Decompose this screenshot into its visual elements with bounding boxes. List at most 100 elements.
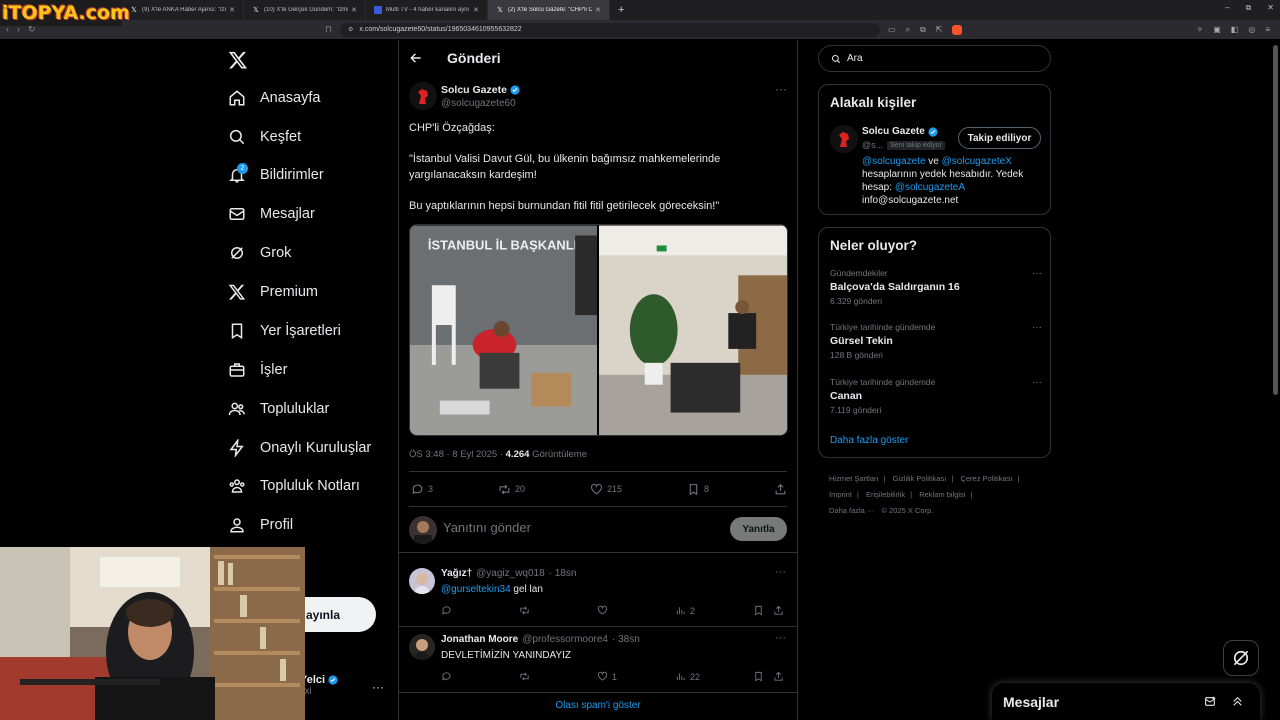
vpn-icon[interactable]: ◎ — [1248, 25, 1255, 34]
trend-more-icon[interactable]: ··· — [1032, 322, 1042, 333]
repost-action[interactable] — [519, 671, 597, 682]
reply-author-handle[interactable]: @yagiz_wq018 — [476, 568, 545, 579]
footer-link[interactable]: Çerez Politikası — [960, 474, 1012, 483]
reply-time[interactable]: · 18sn — [549, 568, 577, 579]
sidebar-item-bookmarks[interactable]: Yer İşaretleri — [228, 316, 341, 346]
like-action[interactable] — [597, 605, 675, 616]
account-switcher[interactable]: Yelci lixi — [300, 674, 338, 697]
post-image-left[interactable]: İSTANBUL İL BAŞKANLIĞI — [410, 225, 597, 436]
account-more-icon[interactable]: ··· — [372, 680, 384, 694]
sidebar-item-verified-orgs[interactable]: Onaylı Kuruluşlar — [228, 433, 371, 463]
footer-link[interactable]: Reklam bilgisi — [919, 490, 965, 499]
relevant-name-row[interactable]: Solcu Gazete — [862, 126, 938, 137]
reply-action[interactable] — [441, 671, 519, 682]
search-input[interactable]: Ara — [818, 45, 1051, 72]
sidebar-item-communities[interactable]: Topluluklar — [228, 394, 329, 424]
share-action[interactable] — [774, 483, 787, 496]
reply-author-name[interactable]: Jonathan Moore — [441, 634, 518, 645]
bookmark-page-icon[interactable]: ⊓ — [325, 24, 332, 35]
reply-avatar[interactable] — [409, 568, 435, 594]
site-info-icon[interactable]: ⚙ — [348, 26, 353, 33]
bio-mention[interactable]: @solcugazete — [862, 156, 926, 167]
messages-drawer[interactable]: Mesajlar — [992, 683, 1260, 720]
sidebar-item-notifications[interactable]: 2 Bildirimler — [228, 160, 324, 190]
reply-action[interactable] — [441, 605, 519, 616]
sidebar-item-explore[interactable]: Keşfet — [228, 122, 301, 152]
extensions-icon[interactable]: ✧ — [1197, 25, 1204, 34]
footer-link[interactable]: Daha fazla ··· — [829, 506, 874, 515]
close-window-icon[interactable]: ✕ — [1267, 3, 1274, 13]
reply-time[interactable]: · 38sn — [612, 634, 640, 645]
reply-item[interactable]: Jonathan Moore @professormoore4 · 38sn ·… — [399, 628, 797, 694]
sidebar-toggle-icon[interactable]: ◧ — [1231, 25, 1239, 34]
relevant-avatar[interactable] — [830, 125, 858, 153]
bio-mention[interactable]: @solcugazeteX — [942, 156, 1012, 167]
reply-more-icon[interactable]: ··· — [775, 566, 786, 578]
grok-button[interactable] — [1223, 640, 1259, 676]
relevant-handle[interactable]: @s... — [862, 140, 883, 150]
browser-tab[interactable]: Multi TV - 4 haber kanalını aynı e ✕ — [366, 0, 488, 20]
repost-action[interactable] — [519, 605, 597, 616]
trend-item[interactable]: Türkiye tarihinde gündemde Gürsel Tekin … — [830, 322, 1042, 360]
like-action[interactable]: 1 — [597, 671, 675, 682]
bio-mention[interactable]: @solcugazeteA — [895, 182, 965, 193]
chevron-up-icon[interactable] — [1231, 695, 1244, 708]
share-action[interactable] — [773, 671, 784, 682]
sidebar-item-grok[interactable]: Grok — [228, 238, 291, 268]
new-tab-button[interactable]: + — [618, 4, 624, 16]
post-image-right[interactable] — [599, 225, 787, 436]
following-button[interactable]: Takip ediliyor — [958, 127, 1041, 149]
mention-link[interactable]: @gurseltekin34 — [441, 584, 511, 595]
footer-link[interactable]: Gizlilik Politikası — [893, 474, 947, 483]
repost-action[interactable]: 20 — [498, 483, 525, 496]
trend-item[interactable]: Gündemdekiler Balçova'da Saldırganın 16 … — [830, 268, 1042, 306]
sidebar-item-community-notes[interactable]: Topluluk Notları — [228, 471, 360, 501]
trend-item[interactable]: Türkiye tarihinde gündemde Canan 7.119 g… — [830, 377, 1042, 415]
browser-tab-active[interactable]: 𝕏 (2) X'te Solcu Gazete: "CHP'li Öz ✕ — [488, 0, 610, 20]
sidebar-item-premium[interactable]: Premium — [228, 277, 318, 307]
reply-input[interactable]: Yanıtını gönder — [443, 520, 531, 535]
x-logo-icon[interactable] — [228, 50, 248, 70]
sidebar-item-home[interactable]: Anasayfa — [228, 83, 320, 113]
screenshot-icon[interactable]: ▭ — [888, 25, 896, 35]
url-field[interactable]: ⚙ x.com/solcugazete60/status/19650346109… — [340, 22, 880, 37]
post-more-icon[interactable]: ··· — [775, 82, 787, 96]
post-author-name-row[interactable]: Solcu Gazete — [441, 84, 520, 96]
trend-more-icon[interactable]: ··· — [1032, 268, 1042, 279]
show-more-link[interactable]: Daha fazla göster — [830, 435, 908, 446]
footer-link[interactable]: Hizmet Şartları — [829, 474, 879, 483]
reply-author-handle[interactable]: @professormoore4 — [522, 634, 608, 645]
reply-author-name[interactable]: Yağız† — [441, 568, 472, 579]
reply-action[interactable]: 3 — [411, 483, 433, 496]
share-icon[interactable]: ⇱ — [936, 25, 943, 35]
reply-item[interactable]: Yağız† @yagiz_wq018 · 18sn ··· @gurselte… — [399, 562, 797, 628]
close-icon[interactable]: ✕ — [473, 6, 479, 14]
page-scrollbar[interactable] — [1273, 45, 1278, 395]
reply-button[interactable]: Yanıtla — [730, 517, 787, 541]
close-icon[interactable]: ✕ — [351, 6, 357, 14]
new-message-icon[interactable] — [1204, 695, 1217, 708]
menu-icon[interactable]: ≡ — [1265, 25, 1270, 34]
show-spam-link[interactable]: Olası spam'i göster — [399, 700, 797, 711]
post-author-avatar[interactable] — [409, 82, 437, 110]
minimize-icon[interactable]: – — [1225, 3, 1229, 13]
browser-tab[interactable]: 𝕏 (9) X'te ANKA Haber Ajansı: "İzmir Va … — [122, 0, 244, 20]
zoom-icon[interactable]: ⌕ — [906, 25, 910, 35]
brave-shield-icon[interactable] — [952, 24, 963, 35]
user-avatar[interactable] — [409, 516, 437, 544]
sidebar-item-messages[interactable]: Mesajlar — [228, 199, 315, 229]
sidebar-item-profile[interactable]: Profil — [228, 510, 293, 540]
post-timestamp[interactable]: ÖS 3:48 · 8 Eyl 2025 · — [409, 449, 503, 460]
restore-icon[interactable]: ⧉ — [1246, 3, 1252, 13]
bookmark-action[interactable] — [753, 671, 773, 682]
post-media[interactable]: İSTANBUL İL BAŞKANLIĞI — [409, 224, 788, 436]
like-action[interactable]: 215 — [590, 483, 622, 496]
close-icon[interactable]: ✕ — [595, 6, 601, 14]
views-action[interactable]: 2 — [675, 605, 753, 616]
browser-tab[interactable]: 𝕏 (10) X'te Gerçek Gündem: "İzmir'de 2 ✕ — [244, 0, 366, 20]
footer-link[interactable]: Erişilebilirlik — [866, 490, 905, 499]
trend-more-icon[interactable]: ··· — [1032, 377, 1042, 388]
reply-avatar[interactable] — [409, 634, 435, 660]
translate-icon[interactable]: ⧉ — [920, 25, 926, 35]
back-arrow-icon[interactable] — [409, 51, 423, 65]
